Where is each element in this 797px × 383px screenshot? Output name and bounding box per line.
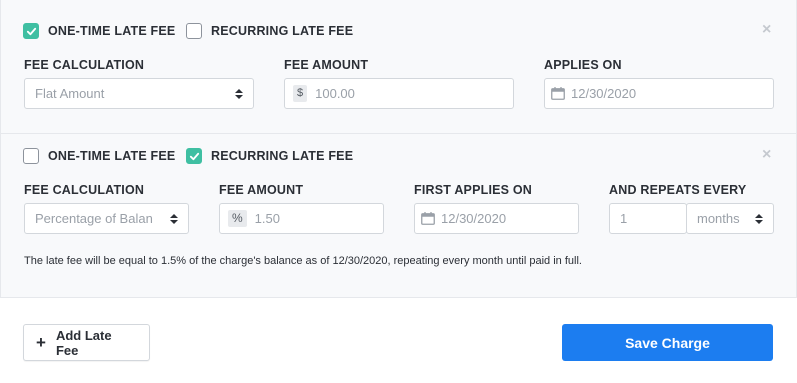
fee-calculation-label: FEE CALCULATION	[24, 58, 145, 72]
applies-on-label: APPLIES ON	[544, 58, 622, 72]
one-time-late-fee-checkbox-2[interactable]	[23, 148, 39, 164]
dollar-icon: $	[293, 85, 308, 102]
one-time-late-fee-checkbox[interactable]	[23, 23, 39, 39]
select-arrows-icon	[235, 88, 243, 99]
recurring-late-fee-label-2: RECURRING LATE FEE	[211, 149, 354, 163]
fee-calculation-value: Flat Amount	[35, 86, 105, 101]
save-charge-label: Save Charge	[625, 334, 710, 351]
one-time-late-fee-option[interactable]: ONE-TIME LATE FEE	[23, 23, 175, 39]
add-late-fee-label: Add Late Fee	[55, 327, 112, 358]
recurring-late-fee-checkbox[interactable]	[186, 23, 202, 39]
repeats-count-placeholder: 1	[620, 211, 628, 226]
repeats-unit-value: months	[697, 211, 740, 226]
recurring-late-fee-label: RECURRING LATE FEE	[211, 24, 354, 38]
calendar-icon	[551, 87, 565, 100]
select-arrows-icon	[170, 213, 178, 224]
late-fee-section-1: ONE-TIME LATE FEE RECURRING LATE FEE × F…	[0, 0, 797, 134]
fee-calculation-label-2: FEE CALCULATION	[24, 183, 145, 197]
late-fee-section-2: ONE-TIME LATE FEE RECURRING LATE FEE × F…	[0, 133, 797, 298]
save-charge-button[interactable]: Save Charge	[562, 324, 773, 361]
check-icon	[189, 152, 199, 160]
percent-icon: %	[228, 210, 247, 227]
close-icon[interactable]: ×	[762, 22, 771, 38]
fee-amount-input-2[interactable]: % 1.50	[219, 203, 384, 234]
plus-icon: +	[36, 332, 46, 352]
first-applies-on-label: FIRST APPLIES ON	[414, 183, 533, 197]
check-icon	[26, 27, 36, 35]
repeats-every-label: AND REPEATS EVERY	[609, 183, 747, 197]
one-time-late-fee-label-2: ONE-TIME LATE FEE	[48, 149, 176, 163]
repeats-unit-select[interactable]: months	[686, 203, 774, 234]
late-fee-summary-text: The late fee will be equal to 1.5% of th…	[24, 255, 582, 267]
fee-amount-placeholder-2: 1.50	[254, 211, 280, 226]
applies-on-date-input[interactable]: 12/30/2020	[544, 78, 774, 109]
first-applies-on-placeholder: 12/30/2020	[441, 211, 507, 226]
close-icon[interactable]: ×	[762, 147, 771, 163]
repeats-count-input[interactable]: 1	[609, 203, 687, 234]
calendar-icon	[421, 212, 435, 225]
add-late-fee-button[interactable]: + Add Late Fee	[23, 324, 150, 361]
recurring-late-fee-option-2[interactable]: RECURRING LATE FEE	[186, 148, 353, 164]
select-arrows-icon	[755, 213, 763, 224]
fee-calculation-select-2[interactable]: Percentage of Balan	[24, 203, 189, 234]
one-time-late-fee-label: ONE-TIME LATE FEE	[48, 24, 176, 38]
applies-on-placeholder: 12/30/2020	[571, 86, 637, 101]
fee-amount-label: FEE AMOUNT	[284, 58, 369, 72]
fee-amount-label-2: FEE AMOUNT	[219, 183, 304, 197]
first-applies-on-date-input[interactable]: 12/30/2020	[414, 203, 579, 234]
recurring-late-fee-option[interactable]: RECURRING LATE FEE	[186, 23, 353, 39]
fee-amount-input[interactable]: $ 100.00	[284, 78, 514, 109]
footer-bar: + Add Late Fee Save Charge	[0, 297, 797, 383]
recurring-late-fee-checkbox-2[interactable]	[186, 148, 202, 164]
fee-calculation-value-2: Percentage of Balan	[35, 211, 153, 226]
fee-calculation-select[interactable]: Flat Amount	[24, 78, 254, 109]
one-time-late-fee-option-2[interactable]: ONE-TIME LATE FEE	[23, 148, 175, 164]
fee-amount-placeholder: 100.00	[315, 86, 355, 101]
